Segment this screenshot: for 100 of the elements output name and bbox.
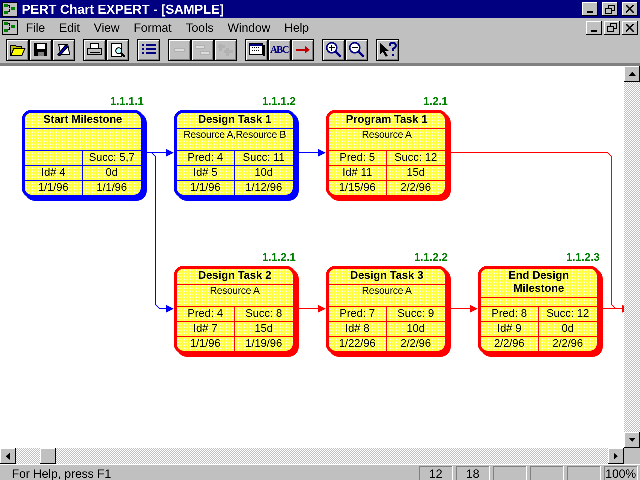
toolbar-button[interactable]	[137, 39, 160, 61]
menu-item[interactable]: Window	[222, 20, 277, 34]
task-title: Design Task 3	[329, 269, 445, 285]
toolbar-button[interactable]	[291, 39, 314, 61]
minimize-icon	[587, 11, 593, 13]
finish-date-cell-text: 1/19/96	[244, 337, 284, 351]
wbs-code: 1.1.1.1	[109, 96, 144, 108]
menu-item[interactable]: Tools	[180, 20, 220, 34]
start-date-cell: 1/1/96	[177, 181, 235, 195]
status-pane	[530, 466, 564, 480]
zoom-out-icon	[348, 42, 364, 58]
scroll-left-button[interactable]	[0, 448, 16, 464]
close-icon	[626, 24, 634, 32]
pred-cell: Pred: 4	[177, 151, 235, 166]
close-button[interactable]	[622, 2, 638, 16]
toolbar-button[interactable]	[345, 39, 368, 61]
window-title: PERT Chart EXPERT - [SAMPLE]	[22, 2, 226, 16]
toolbar-button[interactable]	[376, 39, 399, 61]
document-minimize-button[interactable]	[586, 20, 602, 34]
pred-cell	[25, 151, 83, 166]
menu-item[interactable]: Format	[128, 20, 178, 34]
menu-item[interactable]: Help	[278, 20, 316, 34]
left-arrow-icon	[6, 452, 10, 460]
pencil-page-icon	[56, 43, 72, 57]
folder-icon	[10, 43, 26, 57]
resource-text: Resource A,Resource B	[177, 129, 293, 151]
vertical-scrollbar[interactable]	[624, 66, 640, 448]
toolbar-button[interactable]	[83, 39, 106, 61]
succ-cell: Succ: 8	[235, 307, 293, 322]
toolbar-button[interactable]	[106, 39, 129, 61]
stacked-bars-icon	[194, 43, 210, 57]
resource-text: Resource A	[177, 285, 293, 307]
document-restore-button[interactable]	[604, 20, 620, 34]
minimize-icon	[591, 30, 597, 32]
succ-cell: Succ: 9	[387, 307, 445, 322]
arrow-icon	[294, 43, 310, 57]
resource-text: Resource A	[329, 285, 445, 307]
finish-date-cell-text: 2/2/96	[552, 337, 584, 351]
connector-arrow	[298, 149, 326, 157]
task-node[interactable]: Design Task 2 Resource A Pred: 4 Succ: 8 Id# 7 15d 1/1/96 1/19/96	[174, 266, 296, 354]
restore-button[interactable]	[602, 2, 618, 16]
zoom-level: 100%	[604, 466, 638, 480]
task-node[interactable]: Start Milestone Succ: 5,7 Id# 4 0d 1/1/96 1/1/96	[22, 110, 144, 198]
toolbar-button[interactable]	[52, 39, 75, 61]
start-date-cell: 1/15/96	[329, 181, 387, 195]
succ-cell: Succ: 12	[387, 151, 445, 166]
id-cell: Id# 8	[329, 322, 387, 337]
scroll-down-button[interactable]	[624, 432, 640, 448]
resource-text: Resource A	[329, 129, 445, 151]
succ-cell: Succ: 5,7	[83, 151, 141, 166]
pred-cell: Pred: 4	[177, 307, 235, 322]
status-pane: 12	[419, 466, 453, 480]
toolbar-button[interactable]	[322, 39, 345, 61]
duration-cell: 15d	[235, 322, 293, 337]
task-node[interactable]: Program Task 1 Resource A Pred: 5 Succ: 12 Id# 11 15d 1/15/96 2/2/96	[326, 110, 448, 198]
finish-date-cell-text: 2/2/96	[400, 181, 432, 195]
spelling-icon: ABC	[270, 44, 289, 56]
horizontal-scrollbar[interactable]	[0, 448, 624, 464]
start-date-cell: 1/1/96	[177, 337, 235, 351]
connector-arrow	[298, 305, 326, 313]
menu-item[interactable]: Edit	[53, 20, 86, 34]
duration-cell: 15d	[387, 166, 445, 181]
task-title: Design Task 1	[177, 113, 293, 129]
start-date-cell: 1/22/96	[329, 337, 387, 351]
down-arrow-icon	[628, 438, 636, 442]
finish-date-cell-text: 1/12/96	[244, 181, 284, 195]
task-node[interactable]: End Design Milestone Pred: 8 Succ: 12 Id# 9 0d 2/2/96 2/2/96	[478, 266, 600, 354]
printer-icon	[86, 43, 102, 57]
document-close-button[interactable]	[622, 20, 638, 34]
id-cell: Id# 11	[329, 166, 387, 181]
wbs-code: 1.1.2.3	[565, 252, 600, 264]
close-icon	[626, 5, 634, 13]
duration-cell: 0d	[539, 322, 597, 337]
toolbar-button[interactable]	[245, 39, 268, 61]
duration-cell: 10d	[235, 166, 293, 181]
scroll-thumb[interactable]	[40, 448, 56, 464]
task-title: End Design Milestone	[481, 269, 597, 298]
wbs-code: 1.1.2.2	[413, 252, 448, 264]
status-pane	[493, 466, 527, 480]
duration-cell: 10d	[387, 322, 445, 337]
pred-cell: Pred: 8	[481, 307, 539, 322]
status-pane: 18	[456, 466, 490, 480]
id-cell: Id# 5	[177, 166, 235, 181]
pred-cell: Pred: 5	[329, 151, 387, 166]
finish-date-cell-text: 1/1/96	[96, 181, 128, 195]
help-pointer-icon	[378, 42, 396, 58]
scroll-up-button[interactable]	[624, 66, 640, 82]
task-node[interactable]: Design Task 1 Resource A,Resource B Pred: 4 Succ: 11 Id# 5 10d 1/1/96 1/12/96	[174, 110, 296, 198]
up-arrow-icon	[628, 72, 636, 76]
task-title: Design Task 2	[177, 269, 293, 285]
wbs-code: 1.1.2.1	[261, 252, 296, 264]
toolbar-button[interactable]	[6, 39, 29, 61]
menu-item[interactable]: File	[20, 20, 52, 34]
task-node[interactable]: Design Task 3 Resource A Pred: 7 Succ: 9 Id# 8 10d 1/22/96 2/2/96	[326, 266, 448, 354]
scroll-right-button[interactable]	[608, 448, 624, 464]
toolbar-button[interactable]	[29, 39, 52, 61]
id-cell: Id# 4	[25, 166, 83, 181]
menu-item[interactable]: View	[88, 20, 126, 34]
minimize-button[interactable]	[582, 2, 598, 16]
toolbar-button[interactable]: ABC	[268, 39, 291, 61]
